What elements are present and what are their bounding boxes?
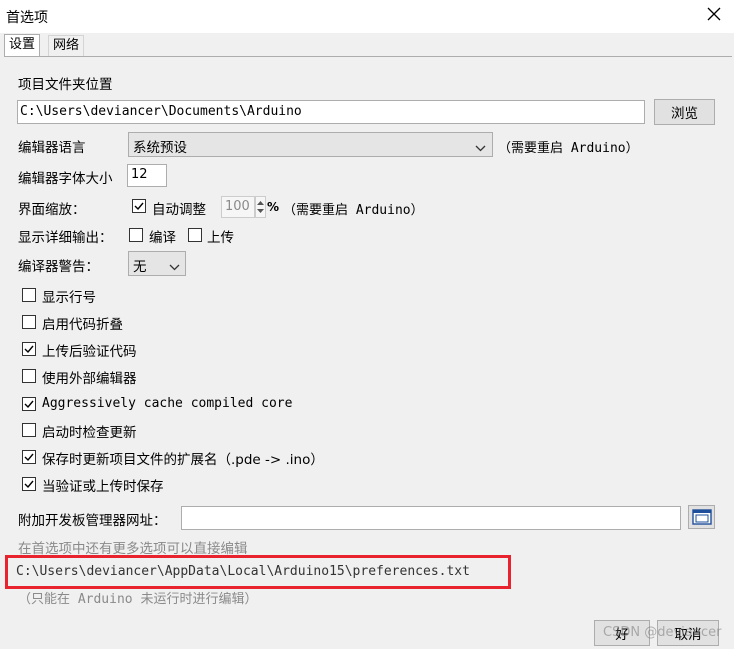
option-checkbox[interactable] [22,342,36,356]
verbose-label: 显示详细输出： [18,230,113,246]
option-label: 当验证或上传时保存 [42,479,164,495]
option-checkbox[interactable] [22,477,36,491]
language-label: 编辑器语言 [18,140,86,156]
warnings-selected: 无 [133,259,147,275]
warnings-select[interactable]: 无 [128,251,186,276]
prefs-edit-note: （只能在 Arduino 未运行时进行编辑） [18,592,258,607]
window-icon [691,509,712,525]
tab-settings[interactable]: 设置 [4,34,41,57]
board-urls-label: 附加开发板管理器网址： [18,513,167,529]
verbose-upload-label: 上传 [207,230,234,246]
option-checkbox[interactable] [22,369,36,383]
language-select[interactable]: 系统预设 [128,132,493,157]
more-prefs-note: 在首选项中还有更多选项可以直接编辑 [18,541,248,557]
verbose-compile-label: 编译 [149,230,176,246]
font-size-label: 编辑器字体大小 [18,171,113,187]
auto-scale-checkbox[interactable] [132,199,146,213]
scale-stepper[interactable] [255,196,266,218]
checkmark-icon [24,453,34,462]
board-urls-input[interactable] [181,506,681,530]
language-selected: 系统预设 [133,140,187,156]
warnings-label: 编译器警告： [18,259,99,275]
option-label: Aggressively cache compiled core [42,396,293,411]
board-urls-edit-button[interactable] [688,505,715,529]
option-checkbox[interactable] [22,315,36,329]
sketchbook-path-input[interactable]: C:\Users\deviancer\Documents\Arduino [17,100,645,124]
browse-button[interactable]: 浏览 [654,99,715,125]
sketchbook-label: 项目文件夹位置 [18,77,113,93]
option-checkbox[interactable] [22,450,36,464]
scale-value-input[interactable]: 100 [221,196,255,218]
verbose-upload-checkbox[interactable] [188,228,202,242]
auto-scale-label: 自动调整 [152,202,206,218]
scale-restart-note: （需要重启 Arduino） [283,203,424,218]
verbose-compile-checkbox[interactable] [129,228,143,242]
option-label: 使用外部编辑器 [42,371,137,387]
checkmark-icon [24,480,34,489]
checkmark-icon [24,345,34,354]
option-label: 保存时更新项目文件的扩展名（.pde -> .ino） [42,452,324,468]
window-title: 首选项 [6,10,48,26]
option-checkbox[interactable] [22,423,36,437]
option-checkbox[interactable] [22,288,36,302]
option-label: 启用代码折叠 [42,317,123,333]
watermark: CSDN @deviancer [603,625,722,640]
close-button[interactable] [699,2,729,30]
title-bar [0,0,734,33]
option-checkbox[interactable] [22,397,36,411]
highlight-box [5,555,511,589]
checkmark-icon [134,202,144,211]
option-label: 显示行号 [42,290,96,306]
chevron-down-icon [475,141,486,156]
stepper-arrows-icon [257,201,264,213]
option-label: 上传后验证代码 [42,344,137,360]
scale-label: 界面缩放： [18,202,86,218]
tab-network[interactable]: 网络 [48,35,85,56]
option-label: 启动时检查更新 [42,425,137,441]
close-icon [707,7,721,25]
language-restart-note: （需要重启 Arduino） [498,141,639,156]
font-size-input[interactable]: 12 [127,164,167,187]
checkmark-icon [24,400,34,409]
chevron-down-icon [169,260,180,275]
scale-unit: % [267,200,280,214]
